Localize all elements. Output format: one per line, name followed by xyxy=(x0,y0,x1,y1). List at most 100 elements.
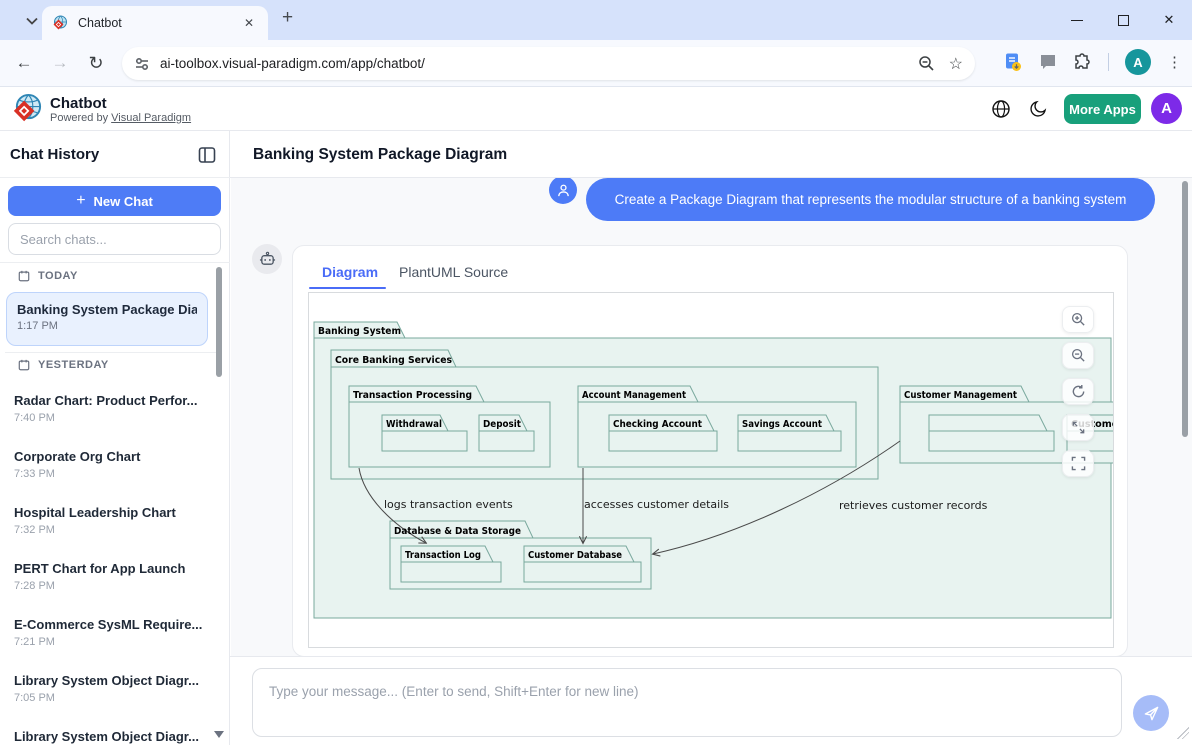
search-chats-input[interactable] xyxy=(8,223,221,255)
chat-item[interactable]: Corporate Org Chart 7:33 PM xyxy=(14,449,204,480)
sidebar-title: Chat History xyxy=(10,146,99,163)
fullscreen-brackets-icon xyxy=(1071,456,1086,471)
chat-item-selected[interactable]: Banking System Package Dia... 1:17 PM xyxy=(6,292,208,346)
site-settings-icon xyxy=(134,56,150,72)
dark-mode-moon-icon[interactable] xyxy=(1028,99,1048,119)
package-label: Banking System xyxy=(318,326,401,337)
browser-tab[interactable]: Chatbot ✕ xyxy=(42,6,268,40)
reset-rotate-icon xyxy=(1071,384,1086,399)
chat-item[interactable]: Hospital Leadership Chart 7:32 PM xyxy=(14,505,204,536)
zoom-out-icon xyxy=(1071,348,1086,363)
tab-title: Chatbot xyxy=(78,16,240,30)
group-label-yesterday: YESTERDAY xyxy=(18,359,109,371)
package-label: Deposit xyxy=(483,419,521,430)
package-label: Account Management xyxy=(582,390,686,401)
zoom-in-icon xyxy=(1071,312,1086,327)
person-icon xyxy=(556,183,571,198)
package-label: Checking Account xyxy=(613,419,702,430)
package-account-verification xyxy=(929,415,1054,451)
scroll-down-arrow-icon[interactable] xyxy=(214,731,224,738)
window-close-button[interactable]: ✕ xyxy=(1146,0,1192,40)
powered-by: Powered by Visual Paradigm xyxy=(50,112,191,124)
back-button[interactable]: ← xyxy=(11,50,37,76)
window-maximize-button[interactable] xyxy=(1100,0,1146,40)
chat-history-sidebar: Chat History + New Chat TODAY Banking Sy… xyxy=(0,131,230,745)
toolbar-separator xyxy=(1108,53,1109,71)
language-globe-icon[interactable] xyxy=(991,99,1011,119)
diagram-viewport[interactable]: logs transaction events accesses custome… xyxy=(308,292,1114,648)
package-label: Core Banking Services xyxy=(335,355,452,366)
page-zoom-icon[interactable] xyxy=(918,55,935,72)
collapse-sidebar-icon[interactable] xyxy=(197,145,217,165)
chat-item[interactable]: Radar Chart: Product Perfor... 7:40 PM xyxy=(14,393,204,424)
chat-item[interactable]: Library System Object Diagr... xyxy=(14,729,204,744)
maximize-icon xyxy=(1118,15,1129,26)
package-diagram: logs transaction events accesses custome… xyxy=(309,293,1113,647)
conversation-title: Banking System Package Diagram xyxy=(253,146,507,164)
resize-grip[interactable] xyxy=(1177,727,1189,739)
url-text: ai-toolbox.visual-paradigm.com/app/chatb… xyxy=(160,56,918,71)
package-label: Transaction Log xyxy=(405,550,481,561)
main-scrollbar[interactable] xyxy=(1182,181,1188,437)
tab-plantuml-source[interactable]: PlantUML Source xyxy=(399,264,508,280)
chat-item[interactable]: PERT Chart for App Launch 7:28 PM xyxy=(14,561,204,592)
message-input[interactable] xyxy=(252,668,1122,737)
chat-item[interactable]: Library System Object Diagr... 7:05 PM xyxy=(14,673,204,704)
new-chat-button[interactable]: + New Chat xyxy=(8,186,221,216)
expand-arrows-icon xyxy=(1071,420,1086,435)
reading-list-icon[interactable] xyxy=(1003,52,1023,72)
window-minimize-button[interactable] xyxy=(1054,0,1100,40)
package-label: Withdrawal xyxy=(386,419,442,430)
divider xyxy=(230,656,1192,657)
package-label: Savings Account xyxy=(742,419,822,430)
bot-response-card: Diagram PlantUML Source xyxy=(292,245,1128,656)
tab-close-icon[interactable]: ✕ xyxy=(240,14,258,32)
minimize-icon xyxy=(1071,20,1083,21)
edge-label: accesses customer details xyxy=(584,498,729,511)
calendar-icon xyxy=(18,270,30,282)
package-label: Transaction Processing xyxy=(353,390,472,401)
package-label: Database & Data Storage xyxy=(394,526,521,537)
reset-view-button[interactable] xyxy=(1062,378,1094,405)
app-title: Chatbot xyxy=(50,95,107,112)
chat-item[interactable]: E-Commerce SysML Require... 7:21 PM xyxy=(14,617,204,648)
divider xyxy=(0,177,230,178)
user-message-avatar xyxy=(549,178,577,204)
extensions-icon[interactable] xyxy=(1073,53,1092,72)
calendar-icon xyxy=(18,359,30,371)
browser-menu-button[interactable]: ⋮ xyxy=(1167,53,1182,71)
edge-label: logs transaction events xyxy=(384,498,513,511)
plus-icon: + xyxy=(76,192,85,210)
app-window: Chatbot ✕ + ✕ ← → ↻ ai-toolbox.visual-pa… xyxy=(0,0,1192,745)
divider xyxy=(5,352,218,353)
package-label: Customer Database xyxy=(528,550,622,561)
edge-label: retrieves customer records xyxy=(839,499,988,512)
browser-titlebar: Chatbot ✕ + ✕ xyxy=(0,0,1192,40)
fit-to-screen-button[interactable] xyxy=(1062,414,1094,441)
chevron-down-icon xyxy=(26,17,38,25)
chat-bubble-icon[interactable] xyxy=(1039,53,1057,71)
visual-paradigm-link[interactable]: Visual Paradigm xyxy=(111,112,191,124)
forward-button[interactable]: → xyxy=(47,50,73,76)
zoom-out-button[interactable] xyxy=(1062,342,1094,369)
divider xyxy=(0,262,230,263)
bot-avatar xyxy=(252,244,282,274)
user-avatar[interactable]: A xyxy=(1151,93,1182,124)
reload-button[interactable]: ↻ xyxy=(83,50,109,76)
sidebar-scrollbar[interactable] xyxy=(216,267,222,377)
fullscreen-button[interactable] xyxy=(1062,450,1094,477)
chat-messages-area: Create a Package Diagram that represents… xyxy=(231,178,1192,656)
user-message-bubble: Create a Package Diagram that represents… xyxy=(586,178,1155,221)
tab-diagram[interactable]: Diagram xyxy=(322,264,378,280)
send-button[interactable] xyxy=(1133,695,1169,731)
more-apps-button[interactable]: More Apps xyxy=(1064,94,1141,124)
browser-profile-avatar[interactable]: A xyxy=(1125,49,1151,75)
app-header xyxy=(0,87,1192,131)
favicon-visual-paradigm xyxy=(52,15,68,31)
url-bar[interactable]: ai-toolbox.visual-paradigm.com/app/chatb… xyxy=(122,47,975,80)
bookmark-star-icon[interactable]: ☆ xyxy=(949,54,963,74)
group-label-today: TODAY xyxy=(18,270,78,282)
visual-paradigm-logo xyxy=(12,93,43,124)
new-tab-button[interactable]: + xyxy=(282,7,293,29)
zoom-in-button[interactable] xyxy=(1062,306,1094,333)
